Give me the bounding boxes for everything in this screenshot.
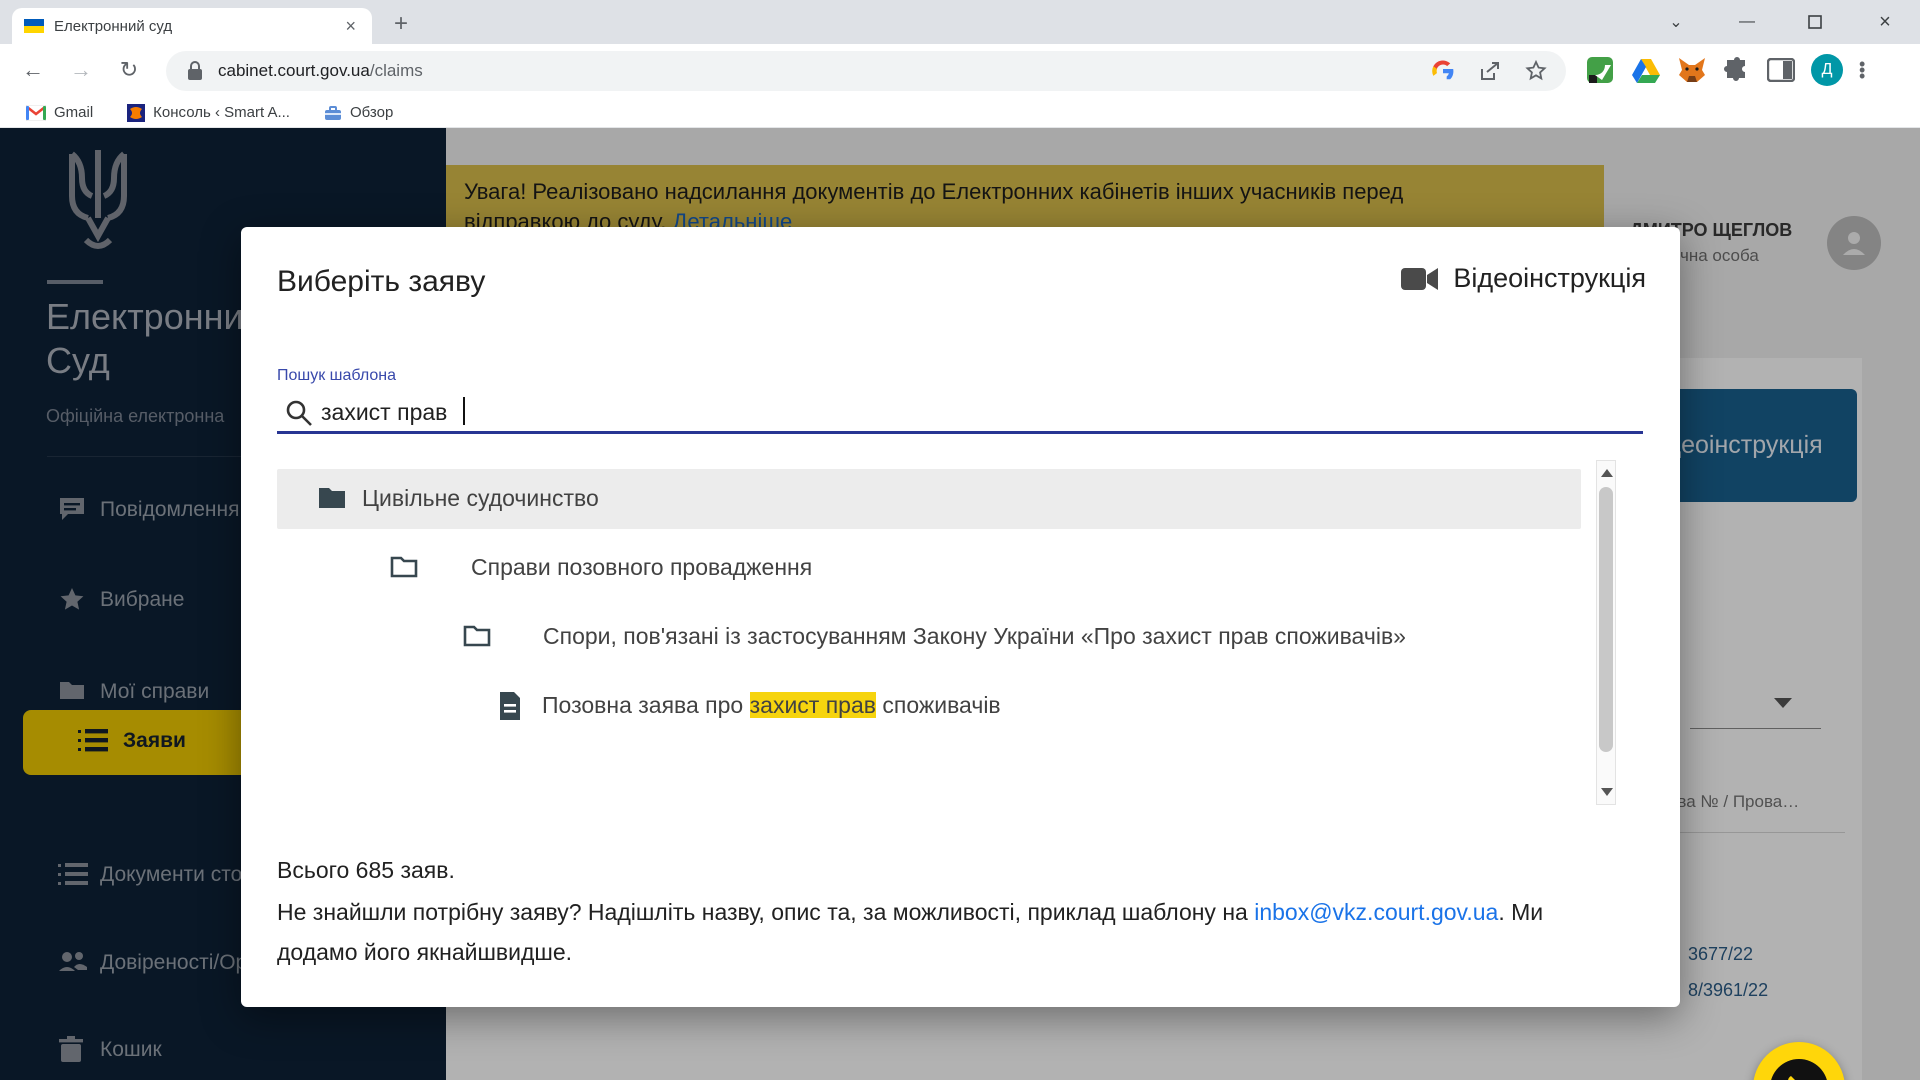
help-before: Не знайшли потрібну заяву? Надішліть наз… [277, 899, 1255, 925]
help-text-line2: додамо його якнайшвидше. [277, 939, 573, 965]
total-count-text: Всього 685 заяв. [277, 857, 455, 883]
window-minimize-button[interactable]: — [1724, 6, 1770, 38]
tree-node-label: Справи позовного провадження [471, 554, 813, 580]
app: Електронний суд × + ⌄ — × ← → ↻ cabinet.… [0, 0, 1920, 1080]
label-pre: Позовна заява про [542, 692, 750, 718]
browser-tab[interactable]: Електронний суд × [12, 8, 372, 44]
side-panel-icon[interactable] [1767, 58, 1795, 82]
folder-filled-icon [319, 488, 345, 508]
share-icon[interactable] [1478, 59, 1502, 83]
bookmark-label: Gmail [54, 104, 94, 121]
google-g-icon[interactable] [1430, 58, 1456, 84]
bookmark-console-smart[interactable]: Консоль ‹ Smart A... [127, 103, 290, 122]
list-scrollbar[interactable] [1596, 460, 1616, 805]
browser-profile-avatar[interactable]: Д [1811, 54, 1843, 86]
phone-icon [1788, 1076, 1795, 1080]
window-close-button[interactable]: × [1862, 6, 1908, 38]
browser-toolbar: ← → ↻ cabinet.court.gov.ua/claims Д • • … [0, 44, 1920, 98]
maximize-icon [1808, 15, 1822, 29]
metamask-fox-icon[interactable] [1677, 56, 1707, 84]
folder-outline-icon [390, 556, 418, 578]
video-camera-icon [1401, 267, 1439, 290]
window-maximize-button[interactable] [1792, 6, 1838, 38]
bookmark-gmail[interactable]: Gmail [26, 104, 93, 121]
back-icon[interactable]: ← [18, 57, 48, 83]
lock-icon [188, 61, 202, 80]
search-underline [277, 431, 1643, 434]
modal-title: Виберіть заяву [277, 265, 486, 298]
console-smart-icon [127, 103, 146, 122]
help-text-line1: Не знайшли потрібну заяву? Надішліть наз… [277, 899, 1543, 926]
tree-node-label: Цивільне судочинство [362, 485, 599, 511]
scroll-up-icon[interactable] [1601, 469, 1613, 477]
ukraine-flag-favicon [24, 19, 44, 33]
bookmark-star-icon[interactable] [1524, 59, 1548, 83]
text-cursor [463, 397, 465, 425]
extensions-puzzle-icon[interactable] [1723, 56, 1751, 84]
new-tab-button[interactable]: + [394, 12, 408, 36]
document-icon [500, 692, 520, 720]
address-bar[interactable]: cabinet.court.gov.ua/claims [166, 51, 1566, 91]
tree-node-civil[interactable]: Цивільне судочинство [277, 469, 1581, 529]
tab-close-icon[interactable]: × [341, 15, 360, 37]
modal-video-label: Відеоінструкція [1453, 263, 1646, 293]
gmail-icon [26, 104, 46, 121]
help-after: . Ми [1498, 899, 1544, 925]
select-claim-modal: Виберіть заяву Відеоінструкція Пошук шаб… [241, 227, 1680, 1007]
scrollbar-thumb[interactable] [1599, 487, 1613, 752]
folder-outline-icon [463, 625, 491, 647]
tab-title: Електронний суд [54, 17, 173, 35]
modal-video-instruction-button[interactable]: Відеоінструкція [1401, 263, 1646, 294]
phone-fab-inner [1770, 1059, 1828, 1080]
search-input[interactable]: захист прав [321, 399, 447, 426]
bookmark-label: Консоль ‹ Smart A... [153, 104, 290, 121]
browser-titlebar: Електронний суд × + ⌄ — × [0, 0, 1920, 44]
tree-node-label: Позовна заява про захист прав споживачів [542, 692, 1001, 719]
search-highlight: захист прав [749, 692, 876, 718]
google-drive-icon[interactable] [1631, 56, 1661, 84]
tab-search-chevron-icon[interactable]: ⌄ [1653, 6, 1699, 38]
template-tree: Цивільне судочинство Справи позовного пр… [277, 455, 1643, 805]
forward-icon[interactable]: → [66, 57, 96, 83]
tree-node-consumer-disputes[interactable]: Спори, пов'язані із застосуванням Закону… [277, 607, 1581, 667]
browser-menu-icon[interactable]: • • • [1859, 55, 1865, 85]
scroll-down-icon[interactable] [1601, 788, 1613, 796]
bookmark-label: Обзор [349, 104, 394, 121]
bookmarks-bar: Gmail Консоль ‹ Smart A... Обзор [0, 98, 1920, 128]
label-post: споживачів [875, 692, 1001, 718]
support-email-link[interactable]: inbox@vkz.court.gov.ua [1254, 899, 1498, 925]
briefcase-icon [324, 105, 341, 120]
page-content: Електронний Суд Офіційна електронна Пові… [0, 128, 1920, 1080]
bookmark-obzor[interactable]: Обзор [324, 104, 393, 121]
extensions-row: Д • • • [1585, 54, 1865, 86]
url-text: cabinet.court.gov.ua/claims [218, 61, 423, 80]
tree-node-label: Спори, пов'язані із застосуванням Закону… [543, 623, 1406, 649]
tree-node-claims-proceedings[interactable]: Справи позовного провадження [277, 538, 1581, 598]
reload-icon[interactable]: ↻ [114, 57, 144, 83]
search-icon [286, 400, 312, 426]
search-label: Пошук шаблона [277, 367, 397, 384]
tree-node-claim-template[interactable]: Позовна заява про захист прав споживачів [277, 676, 1581, 736]
cast-extension-icon[interactable] [1585, 55, 1615, 85]
